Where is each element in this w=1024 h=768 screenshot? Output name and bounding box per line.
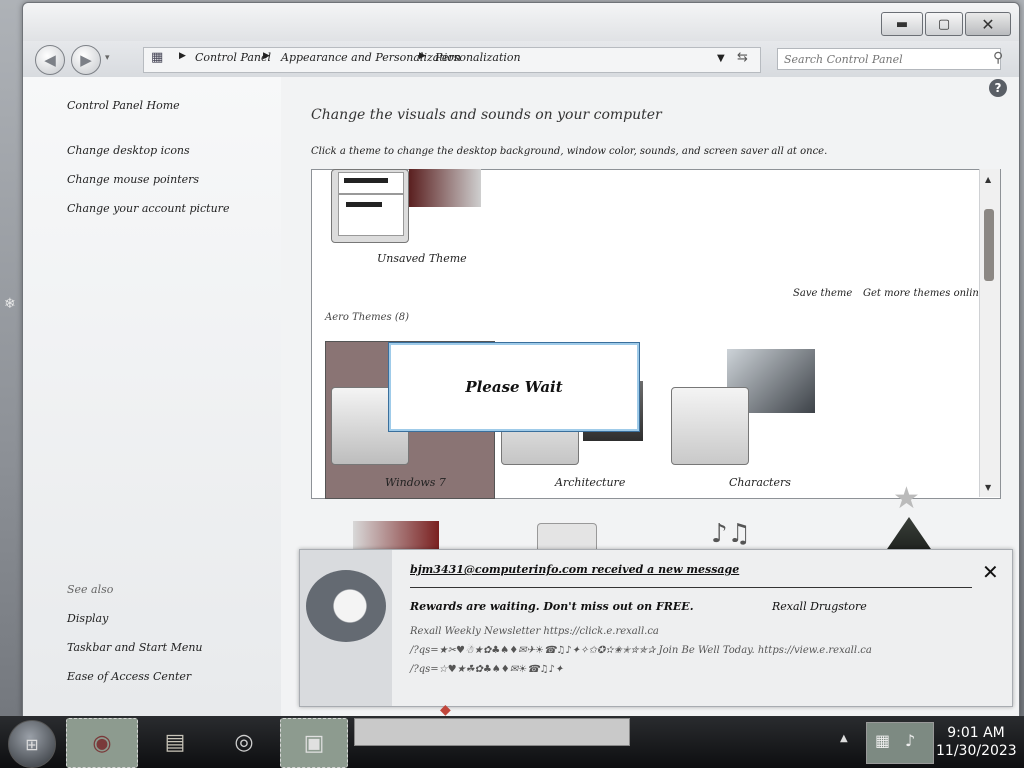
theme-windows7-label: Windows 7 (385, 476, 446, 489)
forward-arrow-icon: ▶ (80, 51, 92, 69)
help-icon[interactable]: ? (989, 79, 1007, 97)
notification-body: Rexall Weekly Newsletter https://click.e… (410, 622, 970, 679)
taskbar-explorer-button[interactable]: ▤ (142, 718, 208, 766)
gallery-scrollbar[interactable]: ▲ ▼ (979, 169, 1000, 497)
please-wait-dialog: Please Wait (389, 343, 639, 431)
notification-body-line: /?qs=☆♥★☘✿♣♠♦✉☀☎♫♪✦ (410, 664, 564, 675)
forward-button[interactable]: ▶ (71, 45, 101, 75)
maximize-button[interactable]: ▢ (925, 12, 963, 36)
start-button[interactable]: ⊞ (8, 720, 56, 768)
notification-body-line: /?qs=★✂♥☃★✿♣♠♦✉✈☀☎♫♪✦✧✩✪✫✬✭✮✯✰ Join Be W… (410, 645, 872, 656)
thunderbird-taskbar-icon: ◉ (92, 730, 112, 756)
control-panel-icon: ▦ (151, 50, 164, 65)
taskbar-thunderbird-button[interactable]: ◉ (66, 718, 138, 768)
refresh-icon[interactable]: ⇆ (737, 50, 748, 65)
address-dropdown-icon[interactable]: ▼ (717, 53, 725, 64)
notification-body-line: Rexall Weekly Newsletter https://click.e… (410, 626, 659, 637)
mail-app-tile (300, 550, 392, 706)
breadcrumb-control-panel[interactable]: Control Panel (195, 51, 271, 64)
taskbar-control-panel-button[interactable]: ▣ (280, 718, 348, 768)
volume-icon[interactable]: ♪ (905, 731, 915, 750)
scroll-up-icon[interactable]: ▲ (985, 175, 991, 184)
notification-close-icon[interactable]: ✕ (982, 560, 999, 584)
change-mouse-pointers-link[interactable]: Change mouse pointers (67, 173, 199, 186)
search-icon[interactable]: ⚲ (993, 50, 1003, 66)
title-bar[interactable] (23, 3, 1019, 43)
breadcrumb-separator-icon[interactable]: ▶ (179, 51, 186, 61)
sounds-icon[interactable]: ♪♫ (711, 519, 751, 549)
folder-icon: ▤ (164, 729, 186, 755)
email-notification[interactable]: bjm3431@computerinfo.com received a new … (299, 549, 1013, 707)
close-button[interactable]: ✕ (965, 12, 1011, 36)
minimize-button[interactable]: ▬ (881, 12, 923, 36)
windows-logo-icon: ⊞ (25, 734, 39, 754)
theme-architecture-label: Architecture (555, 476, 626, 489)
taskbar-text-box[interactable] (354, 718, 630, 746)
window-preview (338, 172, 404, 194)
see-also-title: See also (67, 583, 114, 596)
get-more-themes-link[interactable]: Get more themes online (863, 288, 985, 299)
minimize-icon: ▬ (895, 16, 909, 32)
please-wait-message: Please Wait (465, 378, 563, 396)
system-tray: ▦ ♪ (866, 722, 934, 764)
maximize-icon: ▢ (937, 16, 951, 32)
change-account-picture-link[interactable]: Change your account picture (67, 202, 229, 215)
notification-divider (410, 587, 972, 588)
mouse-cursor-icon: ◆ (440, 702, 451, 718)
control-panel-taskbar-icon: ▣ (303, 730, 325, 756)
back-button[interactable]: ◀ (35, 45, 65, 75)
unsaved-theme-label: Unsaved Theme (377, 252, 467, 265)
breadcrumb-appearance[interactable]: Appearance and Personalization (281, 51, 461, 64)
clock-time: 9:01 AM (947, 725, 1005, 741)
back-arrow-icon: ◀ (44, 51, 56, 69)
recent-pages-icon[interactable]: ▾ (105, 53, 110, 63)
show-hidden-icons-icon[interactable]: ▲ (840, 733, 848, 744)
display-link[interactable]: Display (67, 612, 108, 625)
close-icon: ✕ (981, 14, 995, 34)
page-title: Change the visuals and sounds on your co… (311, 107, 662, 123)
thunderbird-icon (306, 570, 386, 642)
clock[interactable]: 9:01 AM 11/30/2023 (936, 724, 1017, 760)
ease-of-access-link[interactable]: Ease of Access Center (67, 670, 191, 683)
notification-sender: Rexall Drugstore (772, 600, 867, 613)
window-preview (338, 194, 404, 236)
breadcrumb-personalization[interactable]: Personalization (435, 51, 521, 64)
change-desktop-icons-link[interactable]: Change desktop icons (67, 144, 190, 157)
scroll-down-icon[interactable]: ▼ (985, 483, 991, 492)
theme-characters-label: Characters (729, 476, 791, 489)
theme-characters[interactable] (671, 387, 749, 465)
snowflake-icon: ❄ (4, 296, 16, 312)
clock-date: 11/30/2023 (936, 743, 1017, 759)
network-icon[interactable]: ▦ (875, 731, 890, 750)
window-preview-bar (346, 202, 382, 207)
control-panel-home-link[interactable]: Control Panel Home (67, 99, 180, 112)
desktop-background-preview (409, 169, 481, 207)
taskbar-chrome-button[interactable]: ◎ (214, 718, 274, 766)
screen-saver-star-icon[interactable]: ★ (893, 481, 920, 516)
taskbar-start-menu-link[interactable]: Taskbar and Start Menu (67, 641, 203, 654)
notification-subject: Rewards are waiting. Don't miss out on F… (410, 600, 694, 613)
breadcrumb-separator-icon[interactable]: ▶ (263, 51, 270, 61)
chrome-icon: ◎ (234, 729, 254, 755)
window-preview-bar (344, 178, 388, 183)
breadcrumb-separator-icon[interactable]: ▶ (419, 51, 426, 61)
save-theme-link[interactable]: Save theme (793, 288, 852, 299)
aero-themes-heading: Aero Themes (8) (325, 312, 410, 323)
scrollbar-thumb[interactable] (984, 209, 994, 281)
unsaved-theme-tile[interactable] (331, 169, 409, 243)
notification-title: bjm3431@computerinfo.com received a new … (410, 563, 740, 576)
page-description: Click a theme to change the desktop back… (311, 146, 828, 157)
desktop-background-option[interactable] (353, 521, 439, 552)
search-input[interactable] (777, 48, 1001, 70)
